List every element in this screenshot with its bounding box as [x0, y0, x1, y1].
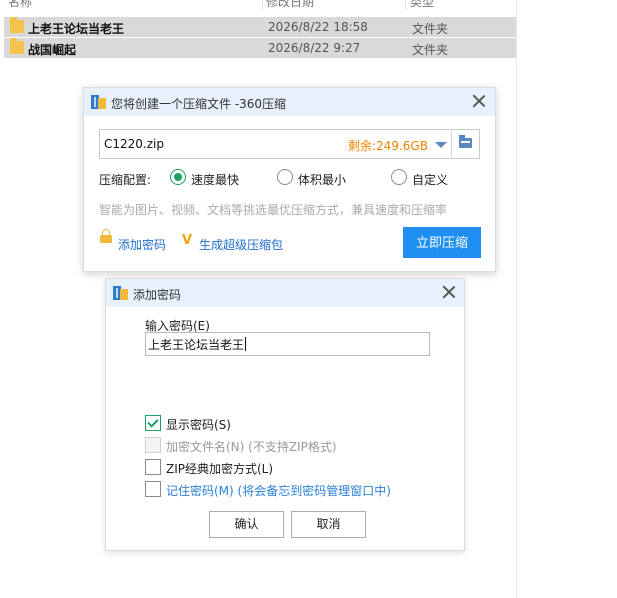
column-date[interactable]: 修改日期: [266, 0, 314, 10]
radio-fastest[interactable]: [170, 169, 186, 185]
compress-dialog-titlebar[interactable]: 您将创建一个压缩文件 -360压缩: [84, 88, 495, 116]
password-input[interactable]: 上老王论坛当老王: [145, 332, 430, 356]
show-password-checkbox[interactable]: [145, 415, 161, 431]
password-value: 上老王论坛当老王: [148, 337, 247, 352]
compress-dialog-title: 您将创建一个压缩文件 -360压缩: [111, 97, 287, 111]
radio-custom[interactable]: [391, 169, 407, 185]
cancel-button[interactable]: 取消: [291, 511, 366, 538]
dropdown-arrow-icon[interactable]: [435, 142, 447, 148]
remember-password-checkbox[interactable]: [145, 481, 161, 497]
remember-password-label[interactable]: 记住密码(M) (将会备忘到密码管理窗口中): [166, 482, 391, 499]
column-divider[interactable]: [262, 0, 263, 10]
360zip-app-icon: [113, 286, 128, 300]
file-date: 2026/8/22 9:27: [268, 41, 361, 55]
folder-icon: [10, 17, 24, 33]
archive-filename-field[interactable]: C1220.zip 剩余:249.6GB: [99, 129, 480, 159]
super-pack-icon: V: [182, 233, 193, 248]
file-row[interactable]: 战国崛起 2026/8/22 9:27 文件夹: [4, 38, 516, 58]
compress-dialog: 您将创建一个压缩文件 -360压缩 C1220.zip 剩余:249.6GB 压…: [83, 87, 496, 272]
radio-fastest-label[interactable]: 速度最快: [191, 171, 239, 188]
password-dialog-title: 添加密码: [133, 288, 182, 302]
column-header: 名称 修改日期 类型: [0, 0, 516, 10]
file-date: 2026/8/22 18:58: [268, 20, 368, 34]
360zip-app-icon: [91, 95, 106, 109]
column-name[interactable]: 名称: [8, 0, 32, 10]
radio-smallest-label[interactable]: 体积最小: [298, 171, 346, 188]
folder-icon: [10, 38, 24, 54]
add-password-link[interactable]: 添加密码: [118, 236, 166, 253]
archive-filename-value: C1220.zip: [104, 137, 164, 151]
password-dialog-titlebar[interactable]: 添加密码: [106, 279, 464, 307]
compress-hint-text: 智能为图片、视频、文档等挑选最优压缩方式，兼具速度和压缩率: [99, 203, 448, 217]
compress-config-label: 压缩配置:: [99, 173, 152, 187]
add-password-dialog: 添加密码 输入密码(E) 上老王论坛当老王 显示密码(S) 加密文件名(N) (…: [105, 278, 465, 551]
compress-now-button[interactable]: 立即压缩: [403, 227, 481, 258]
free-space-label: 剩余:249.6GB: [348, 139, 428, 153]
file-row[interactable]: 上老王论坛当老王 2026/8/22 18:58 文件夹: [4, 17, 516, 37]
file-name: 上老王论坛当老王: [28, 22, 125, 36]
divider: [451, 130, 452, 158]
show-password-label[interactable]: 显示密码(S): [166, 416, 231, 433]
zip-classic-encryption-checkbox[interactable]: [145, 459, 161, 475]
close-icon[interactable]: [441, 284, 457, 300]
confirm-button[interactable]: 确认: [209, 511, 284, 538]
lock-icon: [100, 229, 112, 243]
column-type[interactable]: 类型: [410, 0, 434, 10]
encrypt-filename-label: 加密文件名(N) (不支持ZIP格式): [166, 440, 337, 454]
zip-classic-encryption-label[interactable]: ZIP经典加密方式(L): [166, 460, 273, 477]
radio-smallest[interactable]: [277, 169, 293, 185]
file-type: 文件夹: [412, 22, 449, 36]
super-pack-link[interactable]: 生成超级压缩包: [199, 236, 283, 253]
file-name: 战国崛起: [28, 43, 77, 57]
browse-folder-icon[interactable]: [459, 135, 472, 148]
column-divider[interactable]: [405, 0, 406, 10]
radio-custom-label[interactable]: 自定义: [412, 171, 448, 188]
encrypt-filename-checkbox: [145, 437, 161, 453]
close-icon[interactable]: [471, 93, 487, 109]
file-type: 文件夹: [412, 43, 449, 57]
